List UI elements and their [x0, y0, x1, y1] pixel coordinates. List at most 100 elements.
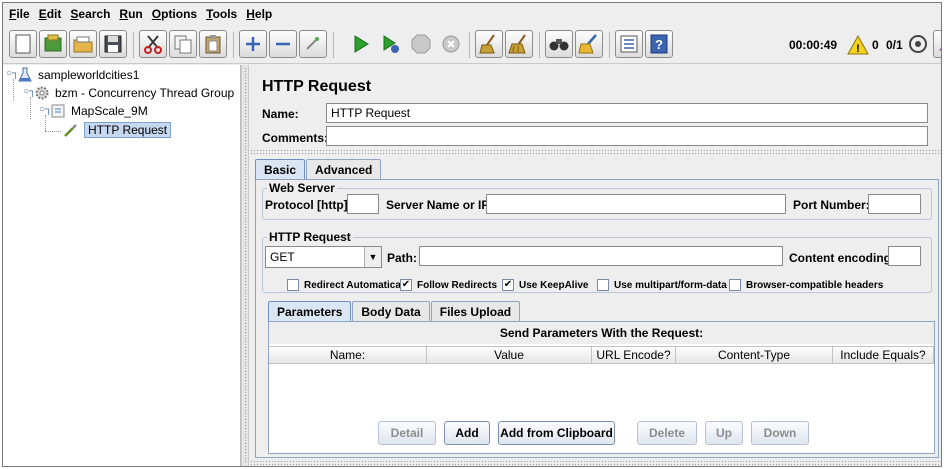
checkbox-box[interactable]: ✔ [502, 279, 514, 291]
column-header-name[interactable]: Name: [269, 346, 427, 364]
column-header-include-equals[interactable]: Include Equals? [833, 346, 934, 364]
checkbox-box[interactable] [287, 279, 299, 291]
play-no-pause-icon [383, 35, 399, 53]
comments-field[interactable] [326, 126, 928, 146]
menu-run[interactable]: Run [119, 7, 142, 21]
request-body-tabs: Parameters Body Data Files Upload [268, 301, 521, 321]
tree-item-controller[interactable]: MapScale_9M [50, 102, 148, 120]
server-field[interactable] [486, 194, 786, 214]
log-viewer-icon [939, 47, 941, 51]
active-threads: 0/1 [886, 38, 903, 52]
follow-redirects-checkbox[interactable]: ✔ Follow Redirects [400, 279, 497, 291]
list-icon [620, 35, 638, 53]
use-multipart-checkbox[interactable]: Use multipart/form-data [597, 279, 727, 291]
add-button[interactable]: Add [444, 421, 490, 445]
chevron-down-icon[interactable]: ▼ [364, 247, 381, 267]
horizontal-splitter[interactable] [250, 149, 941, 155]
tree-item-thread-group[interactable]: bzm - Concurrency Thread Group [34, 84, 234, 102]
protocol-field[interactable] [347, 194, 379, 214]
svg-text:?: ? [655, 37, 663, 52]
page-title: HTTP Request [262, 78, 372, 95]
menu-edit[interactable]: Edit [39, 7, 62, 21]
test-plan-tree: ○┐ sampleworldcities1 ○┐ bzm - Concurren… [3, 65, 241, 466]
menu-search[interactable]: Search [70, 7, 110, 21]
path-label: Path: [387, 251, 417, 265]
toolbar: ? 00:00:49 ! 0 0/1 [3, 26, 941, 64]
open-folder-icon [73, 36, 93, 53]
basic-tab-panel: Web Server Protocol [http]: Server Name … [255, 179, 939, 458]
play-icon [354, 35, 369, 53]
tree-item-test-plan[interactable]: sampleworldcities1 [17, 66, 139, 84]
stop-button[interactable] [407, 30, 435, 58]
http-request-title: HTTP Request [267, 230, 353, 244]
protocol-label: Protocol [http]: [265, 198, 352, 212]
function-helper-button[interactable] [615, 30, 643, 58]
column-header-url-encode[interactable]: URL Encode? [592, 346, 676, 364]
paste-button[interactable] [199, 30, 227, 58]
redirect-automatically-checkbox[interactable]: Redirect Automatically [287, 279, 412, 291]
log-viewer-button[interactable] [933, 30, 941, 58]
menu-bar: File Edit Search Run Options Tools Help [3, 3, 941, 25]
clear-all-button[interactable] [505, 30, 533, 58]
warning-count: 0 [872, 38, 879, 52]
delete-button[interactable]: Delete [637, 421, 697, 445]
gear-icon [34, 85, 50, 101]
binoculars-icon [549, 39, 569, 51]
test-plan-icon [17, 67, 33, 83]
use-keepalive-checkbox[interactable]: ✔ Use KeepAlive [502, 279, 588, 291]
expand-all-button[interactable] [239, 30, 267, 58]
menu-help[interactable]: Help [246, 7, 272, 21]
checkbox-box[interactable]: ✔ [400, 279, 412, 291]
detail-button[interactable]: Detail [378, 421, 436, 445]
reset-search-button[interactable] [575, 30, 603, 58]
help-icon: ? [650, 34, 668, 54]
tree-item-http-request[interactable]: HTTP Request [63, 121, 172, 139]
save-button[interactable] [99, 30, 127, 58]
start-button[interactable] [347, 30, 375, 58]
start-no-pauses-button[interactable] [377, 30, 405, 58]
browser-compatible-headers-checkbox[interactable]: Browser-compatible headers [729, 279, 883, 291]
cut-button[interactable] [139, 30, 167, 58]
parameters-caption: Send Parameters With the Request: [269, 322, 934, 344]
collapse-all-button[interactable] [269, 30, 297, 58]
comments-label: Comments: [262, 131, 329, 145]
menu-tools[interactable]: Tools [206, 7, 237, 21]
tree-item-label-selected: HTTP Request [84, 122, 172, 138]
menu-options[interactable]: Options [152, 7, 197, 21]
add-from-clipboard-button[interactable]: Add from Clipboard [498, 421, 615, 445]
search-button[interactable] [545, 30, 573, 58]
shutdown-button[interactable] [437, 30, 465, 58]
column-header-content-type[interactable]: Content-Type [676, 346, 833, 364]
copy-button[interactable] [169, 30, 197, 58]
templates-button[interactable] [39, 30, 67, 58]
tab-body-data[interactable]: Body Data [352, 301, 430, 321]
tab-basic[interactable]: Basic [255, 159, 306, 179]
down-button[interactable]: Down [751, 421, 809, 445]
toggle-button[interactable] [299, 30, 327, 58]
broom-icon [479, 34, 495, 54]
clear-button[interactable] [475, 30, 503, 58]
port-label: Port Number: [793, 198, 870, 212]
port-field[interactable] [868, 194, 921, 214]
tab-files-upload[interactable]: Files Upload [430, 301, 521, 321]
new-button[interactable] [9, 30, 37, 58]
open-button[interactable] [69, 30, 97, 58]
menu-file[interactable]: File [9, 7, 30, 21]
up-button[interactable]: Up [705, 421, 743, 445]
method-select[interactable]: GET ▼ [265, 246, 382, 268]
column-header-value[interactable]: Value [427, 346, 592, 364]
content-encoding-field[interactable] [888, 246, 921, 266]
name-field[interactable]: HTTP Request [326, 103, 928, 123]
remote-status-button[interactable] [907, 30, 929, 58]
tab-advanced[interactable]: Advanced [306, 159, 382, 179]
help-button[interactable]: ? [645, 30, 673, 58]
bottom-splitter[interactable] [250, 460, 941, 466]
paste-icon [205, 35, 221, 54]
checkbox-box[interactable] [597, 279, 609, 291]
checkbox-box[interactable] [729, 279, 741, 291]
svg-text:!: ! [856, 43, 860, 55]
controller-icon [50, 103, 66, 119]
path-field[interactable] [419, 246, 783, 266]
vertical-splitter[interactable] [241, 65, 249, 466]
tab-parameters[interactable]: Parameters [268, 301, 352, 321]
